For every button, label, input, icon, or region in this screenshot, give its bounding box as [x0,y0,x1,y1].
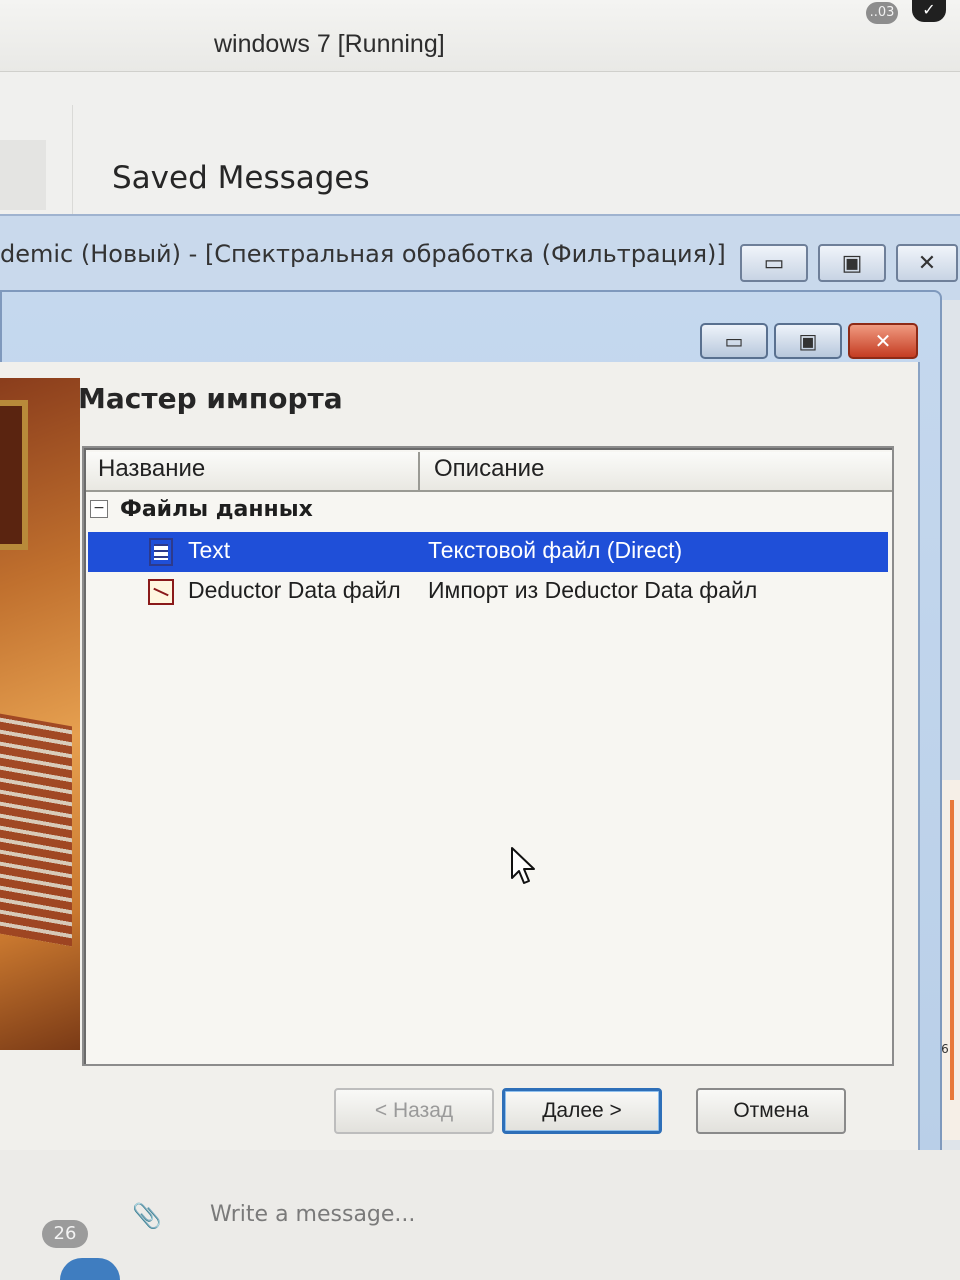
cancel-button[interactable]: Отмена [696,1088,846,1134]
main-maximize-button[interactable]: ▣ [818,244,886,282]
check-icon[interactable]: ✓ [912,0,946,22]
wizard-banner-device [0,713,72,947]
main-close-button[interactable]: ✕ [896,244,958,282]
deductor-data-icon [148,578,174,606]
vm-title-bar [0,0,960,72]
list-item-description: Импорт из Deductor Data файл [428,577,758,603]
main-window-controls: ▭ ▣ ✕ [740,244,958,282]
chart-series-line [950,800,954,1100]
telegram-header-panel [0,72,960,222]
column-separator[interactable] [418,452,420,492]
message-input[interactable]: Write a message... [210,1202,415,1227]
telegram-divider [72,105,73,220]
vm-status-badge: ..03 [866,2,898,24]
dialog-controls: ▭ ▣ ✕ [700,323,918,359]
group-row-data-files[interactable]: − Файлы данных [90,494,313,524]
list-item-description: Текстовой файл (Direct) [428,537,683,563]
back-button[interactable]: < Назад [334,1088,494,1134]
list-item-deductor-data[interactable]: Deductor Data файл Импорт из Deductor Da… [88,572,888,612]
group-label: Файлы данных [120,496,313,522]
next-button[interactable]: Далее > [502,1088,662,1134]
list-item-name: Deductor Data файл [188,577,401,603]
wizard-banner-frame [0,400,28,550]
main-window-title: demic (Новый) - [Спектральная обработка … [0,240,726,268]
unread-counter-badge: 26 [42,1220,88,1248]
column-header-name[interactable]: Название [98,455,205,483]
wizard-title: Мастер импорта [78,382,343,415]
main-minimize-button[interactable]: ▭ [740,244,808,282]
attach-icon[interactable]: 📎 [132,1202,162,1230]
vm-window-title: windows 7 [Running] [214,30,445,58]
column-header-description[interactable]: Описание [434,455,544,483]
mouse-cursor-icon [511,847,535,884]
telegram-folder-icon[interactable] [60,1258,120,1280]
collapse-icon[interactable]: − [90,500,108,518]
dialog-close-button[interactable]: ✕ [848,323,918,359]
dialog-minimize-button[interactable]: ▭ [700,323,768,359]
text-file-icon [148,538,174,566]
dialog-maximize-button[interactable]: ▣ [774,323,842,359]
list-item-text[interactable]: Text Текстовой файл (Direct) [88,532,888,572]
chat-title: Saved Messages [112,160,370,196]
telegram-sidebar [0,140,46,210]
list-item-name: Text [188,537,231,563]
